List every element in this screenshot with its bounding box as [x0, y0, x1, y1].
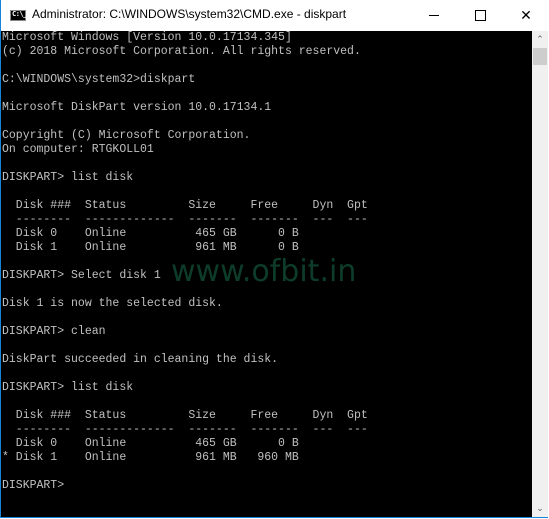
console-line: (c) 2018 Microsoft Corporation. All righ… — [2, 45, 361, 58]
close-button[interactable]: ✕ — [503, 0, 549, 31]
console-line: DISKPART> list disk — [2, 381, 134, 394]
console-line: -------- ------------- ------- ------- -… — [2, 423, 368, 436]
close-icon: ✕ — [520, 7, 532, 23]
console-output[interactable]: Microsoft Windows [Version 10.0.17134.34… — [1, 31, 532, 517]
vertical-scrollbar[interactable]: ⌃ ⌄ — [532, 31, 548, 517]
chevron-down-icon: ⌄ — [536, 503, 544, 513]
console-line: DISKPART> clean — [2, 325, 106, 338]
cmd-app-icon[interactable]: C:\_ — [10, 10, 27, 21]
cmd-window: C:\_ Administrator: C:\WINDOWS\system32\… — [0, 0, 549, 518]
window-title: Administrator: C:\WINDOWS\system32\CMD.e… — [32, 7, 347, 21]
console-line: DISKPART> list disk — [2, 171, 134, 184]
console-line: DiskPart succeeded in cleaning the disk. — [2, 353, 279, 366]
cmd-icon-glyph: C:\_ — [12, 10, 27, 18]
console-line: Microsoft Windows [Version 10.0.17134.34… — [2, 31, 292, 44]
console-line: Disk 0 Online 465 GB 0 B — [2, 227, 299, 240]
console-line: Disk 1 Online 961 MB 0 B — [2, 241, 299, 254]
chevron-up-icon: ⌃ — [536, 34, 544, 44]
minimize-button[interactable] — [411, 0, 457, 31]
console-line: Copyright (C) Microsoft Corporation. — [2, 129, 251, 142]
watermark: www.ofbit.in — [171, 254, 357, 289]
scroll-up-button[interactable]: ⌃ — [532, 31, 548, 48]
maximize-button[interactable] — [457, 0, 503, 31]
title-bar[interactable]: C:\_ Administrator: C:\WINDOWS\system32\… — [1, 0, 549, 31]
console-line: * Disk 1 Online 961 MB 960 MB — [2, 451, 299, 464]
console-line: -------- ------------- ------- ------- -… — [2, 213, 368, 226]
scroll-down-button[interactable]: ⌄ — [532, 500, 548, 517]
console-line: DISKPART> — [2, 479, 72, 492]
console-line: Disk ### Status Size Free Dyn Gpt — [2, 409, 368, 422]
console-line: C:\WINDOWS\system32>diskpart — [2, 73, 196, 86]
scroll-thumb[interactable] — [533, 48, 547, 65]
console-line: Disk ### Status Size Free Dyn Gpt — [2, 199, 368, 212]
console-line: On computer: RTGKOLL01 — [2, 143, 154, 156]
minimize-icon — [429, 15, 439, 16]
maximize-icon — [474, 10, 486, 21]
console-line: Disk 0 Online 465 GB 0 B — [2, 437, 299, 450]
console-line: Microsoft DiskPart version 10.0.17134.1 — [2, 101, 272, 114]
console-line: Disk 1 is now the selected disk. — [2, 297, 223, 310]
